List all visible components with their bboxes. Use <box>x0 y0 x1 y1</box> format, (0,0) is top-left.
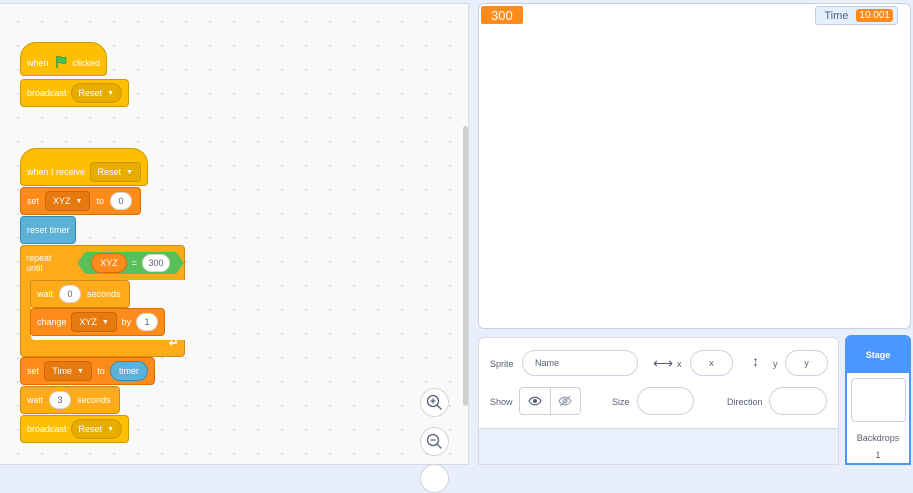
variable-name: Time <box>52 366 72 376</box>
stage-thumbnail[interactable] <box>851 378 906 422</box>
wait-block[interactable]: wait 3 seconds <box>20 386 120 414</box>
variable-dropdown[interactable]: XYZ ▼ <box>45 191 91 211</box>
direction-input[interactable] <box>769 387 827 415</box>
dropdown-arrow-icon: ▼ <box>76 367 84 375</box>
sprite-info: Sprite Name ⟷ x x ↕ y y Show Size Direct… <box>479 338 838 429</box>
sprite-label: Sprite <box>490 359 514 369</box>
broadcast-block[interactable]: broadcast Reset ▼ <box>20 415 129 443</box>
change-value-input[interactable]: 1 <box>135 313 158 331</box>
variable-name: XYZ <box>53 196 71 206</box>
set-label: set <box>27 366 40 376</box>
time-monitor-value: 10.001 <box>856 9 893 22</box>
variable-dropdown[interactable]: Time ▼ <box>44 361 92 381</box>
equals-operator[interactable]: XYZ = 300 <box>77 252 184 274</box>
message-dropdown[interactable]: Reset ▼ <box>89 162 141 182</box>
time-monitor-label: Time <box>824 9 849 22</box>
eye-icon <box>528 396 542 406</box>
zoom-out-icon <box>426 433 442 449</box>
xyz-variable-monitor: 300 <box>481 6 523 24</box>
horizontal-arrows-icon: ⟷ <box>653 355 674 371</box>
reset-timer-label: reset timer <box>27 225 70 235</box>
when-flag-clicked-block[interactable]: when clicked <box>20 42 107 76</box>
dropdown-arrow-icon: ▼ <box>107 425 114 433</box>
size-label: Size <box>612 397 630 407</box>
time-variable-monitor: Time 10.001 <box>815 6 898 25</box>
to-label: to <box>97 366 105 376</box>
stage-canvas[interactable]: 300 Time 10.001 <box>478 3 911 329</box>
wait-label: wait <box>27 395 44 405</box>
dropdown-arrow-icon: ▼ <box>107 89 114 97</box>
message-value: Reset <box>78 424 103 434</box>
set-variable-block[interactable]: set Time ▼ to timer <box>20 357 155 385</box>
dropdown-arrow-icon: ▼ <box>101 318 109 326</box>
zoom-out-button[interactable] <box>420 427 449 456</box>
by-label: by <box>121 317 132 327</box>
seconds-label: seconds <box>77 395 111 405</box>
message-value: Reset <box>97 167 122 177</box>
seconds-label: seconds <box>87 289 121 299</box>
wait-value-input[interactable]: 3 <box>49 391 72 409</box>
stage-title: Stage <box>847 337 909 373</box>
stage-selector[interactable]: Stage Backdrops 1 <box>845 335 911 465</box>
repeat-until-label: repeat until <box>26 253 52 273</box>
reset-timer-block[interactable]: reset timer <box>20 216 76 244</box>
sprite-pane: Sprite Name ⟷ x x ↕ y y Show Size Direct… <box>478 337 839 465</box>
equals-sign: = <box>131 258 137 268</box>
x-label: x <box>677 359 682 369</box>
green-flag-icon <box>54 55 68 71</box>
wait-label: wait <box>37 289 54 299</box>
clicked-label: clicked <box>72 58 100 68</box>
zoom-in-icon <box>426 394 442 410</box>
variable-name: XYZ <box>79 317 97 327</box>
y-placeholder: y <box>804 358 809 368</box>
when-i-receive-label: when I receive <box>27 167 86 177</box>
timer-reporter[interactable]: timer <box>109 361 148 381</box>
wait-block[interactable]: wait 0 seconds <box>30 280 130 308</box>
compare-value-input[interactable]: 300 <box>142 254 170 272</box>
message-dropdown[interactable]: Reset ▼ <box>70 83 122 103</box>
direction-label: Direction <box>727 397 763 407</box>
dropdown-arrow-icon: ▼ <box>126 168 133 176</box>
set-label: set <box>27 196 40 206</box>
wait-value-input[interactable]: 0 <box>59 285 82 303</box>
value-input[interactable]: 0 <box>109 192 132 210</box>
message-dropdown[interactable]: Reset ▼ <box>70 419 122 439</box>
broadcast-block[interactable]: broadcast Reset ▼ <box>20 79 129 107</box>
show-hidden-button[interactable] <box>551 388 581 414</box>
set-variable-block[interactable]: set XYZ ▼ to 0 <box>20 187 141 215</box>
zoom-in-button[interactable] <box>420 388 449 417</box>
x-placeholder: x <box>709 358 714 368</box>
show-toggle-group <box>519 387 581 415</box>
show-visible-button[interactable] <box>520 388 551 414</box>
zoom-reset-button[interactable] <box>420 464 449 493</box>
change-variable-block[interactable]: change XYZ ▼ by 1 <box>30 308 165 336</box>
xyz-monitor-value: 300 <box>491 7 513 23</box>
code-area-scrollbar[interactable] <box>463 126 468 406</box>
to-label: to <box>96 196 104 206</box>
backdrops-label: Backdrops <box>856 433 900 443</box>
when-i-receive-block[interactable]: when I receive Reset ▼ <box>20 148 148 186</box>
size-input[interactable] <box>637 387 694 415</box>
eye-hidden-icon <box>558 395 572 407</box>
y-label: y <box>773 359 778 369</box>
dropdown-arrow-icon: ▼ <box>75 197 83 205</box>
backdrops-count: 1 <box>875 450 881 460</box>
y-input[interactable]: y <box>785 350 828 376</box>
broadcast-label: broadcast <box>27 88 67 98</box>
message-value: Reset <box>78 88 103 98</box>
x-input[interactable]: x <box>690 350 733 376</box>
sprite-name-placeholder: Name <box>535 358 560 368</box>
show-label: Show <box>490 397 513 407</box>
sprite-name-input[interactable]: Name <box>522 350 638 376</box>
when-label: when <box>27 58 49 68</box>
code-area[interactable]: when clicked broadcast Reset ▼ when I rec… <box>0 3 469 493</box>
xyz-variable-reporter[interactable]: XYZ <box>91 253 127 273</box>
broadcast-label: broadcast <box>27 424 67 434</box>
variable-dropdown[interactable]: XYZ ▼ <box>71 312 117 332</box>
loop-arrow-icon <box>168 334 178 352</box>
vertical-arrows-icon: ↕ <box>752 353 759 369</box>
change-label: change <box>37 317 67 327</box>
